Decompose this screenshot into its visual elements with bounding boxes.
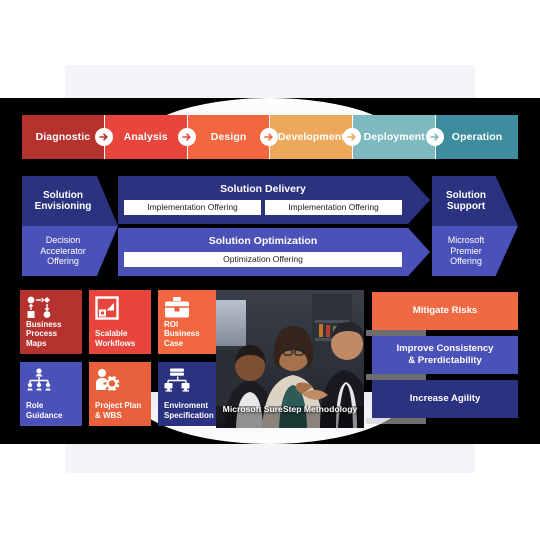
tile-label-line1: ROI Business: [164, 319, 200, 339]
benefit-shadow: [366, 418, 426, 424]
tile-label-line1: Enviroment: [164, 401, 209, 411]
phase-diagnostic[interactable]: Diagnostic: [22, 115, 113, 159]
decision-accelerator-line1: Decision: [45, 235, 81, 246]
tile-label-line2: & WBS: [95, 410, 122, 420]
solution-support-line1: Solution: [446, 189, 486, 201]
server-network-icon: [164, 368, 214, 394]
arrow-right-icon: [343, 128, 362, 146]
phase-label: Design: [210, 130, 247, 143]
tile-label-line2: Process Maps: [26, 329, 58, 348]
solution-envisioning-line2: Envisioning: [34, 201, 92, 212]
solution-optimization-band[interactable]: Solution Optimization Optimization Offer…: [118, 228, 430, 276]
tile-enviroment-specification[interactable]: Enviroment Specification: [158, 362, 220, 426]
phase-bar: Diagnostic Analysis Design Development Deplo…: [22, 115, 518, 159]
phase-deployment[interactable]: Deployment: [352, 115, 445, 159]
tile-label-line1: Business: [26, 320, 62, 329]
benefit-label: Improve Consistency & Prerdictability: [396, 343, 493, 367]
benefit-label: Increase Agility: [410, 393, 481, 405]
decision-accelerator-line2: Accelerator: [40, 245, 86, 256]
tile-label: Enviroment Specification: [164, 401, 214, 420]
benefit-label-line2: & Prerdictability: [408, 355, 482, 366]
benefit-label-line1: Mitigate Risks: [412, 305, 478, 316]
implementation-offering-1[interactable]: Implementation Offering: [124, 199, 261, 215]
solution-envisioning-header[interactable]: Solution Envisioning: [22, 176, 118, 226]
benefit-mitigate-risks[interactable]: Mitigate Risks: [366, 292, 518, 336]
solution-support-group: Solution Support Microsoft Premier Offer…: [432, 176, 518, 276]
tile-label-line1: Role: [26, 401, 44, 411]
tile-business-process-maps[interactable]: Business Process Maps: [20, 290, 82, 354]
tile-label: Role Guidance: [26, 401, 76, 420]
benefit-label-line1: Improve Consistency: [396, 343, 494, 355]
benefit-label: Mitigate Risks: [413, 305, 478, 317]
briefcase-icon: [164, 296, 214, 320]
tile-label-line2: Workflows: [95, 338, 136, 348]
tile-label: Business Process Maps: [26, 320, 76, 348]
premier-offering-line1: Microsoft: [447, 235, 485, 246]
solution-optimization-offerings: Optimization Offering: [124, 251, 402, 267]
phase-operation[interactable]: Operation: [435, 115, 518, 159]
solution-bands: Solution Delivery Implementation Offerin…: [118, 176, 430, 276]
decision-accelerator-offering[interactable]: Decision Accelerator Offering: [22, 226, 118, 276]
solution-delivery-offerings: Implementation Offering Implementation O…: [124, 199, 402, 215]
solution-envisioning-group: Solution Envisioning Decision Accelerato…: [22, 176, 118, 276]
benefit-increase-agility[interactable]: Increase Agility: [366, 380, 518, 424]
solution-delivery-band[interactable]: Solution Delivery Implementation Offerin…: [118, 176, 430, 224]
surestep-methodology-diagram: Diagnostic Analysis Design Development Deplo…: [0, 0, 540, 540]
arrow-right-icon: [260, 128, 279, 146]
tile-label-line2: Guidance: [26, 410, 63, 420]
optimization-offering-1[interactable]: Optimization Offering: [124, 251, 402, 267]
phase-development[interactable]: Development: [269, 115, 362, 159]
solution-delivery-title: Solution Delivery: [220, 183, 306, 195]
premier-offering-line3: Offering: [450, 256, 482, 267]
arrow-right-icon: [94, 128, 113, 146]
phase-label: Diagnostic: [35, 130, 91, 143]
tile-label-line2: Specification: [164, 410, 214, 420]
tile-label: Project Plan & WBS: [95, 401, 145, 420]
tile-label-line1: Scalable: [95, 329, 128, 339]
methodology-photo: Microsoft SureStep Methodology: [216, 290, 364, 428]
org-chart-icon: [26, 368, 76, 394]
phase-label: Deployment: [363, 130, 425, 143]
tile-roi-business-case[interactable]: ROI Business Case: [158, 290, 220, 354]
solution-optimization-title: Solution Optimization: [208, 235, 318, 247]
solution-support-header[interactable]: Solution Support: [432, 176, 518, 226]
phase-analysis[interactable]: Analysis: [103, 115, 196, 159]
premier-offering-line2: Premier: [450, 245, 482, 256]
arrow-right-icon: [426, 128, 445, 146]
solution-support-line2: Support: [446, 201, 486, 212]
phase-label: Analysis: [123, 130, 168, 143]
solution-envisioning-line1: Solution: [42, 189, 83, 201]
tile-label-line2: Case: [164, 338, 184, 348]
arrow-right-icon: [177, 128, 196, 146]
benefit-improve-consistency[interactable]: Improve Consistency & Prerdictability: [366, 336, 518, 380]
benefit-label-line1: Increase Agility: [409, 393, 481, 404]
tile-label: ROI Business Case: [164, 320, 214, 348]
person-gear-icon: [95, 368, 145, 394]
tile-role-guidance[interactable]: Role Guidance: [20, 362, 82, 426]
process-map-icon: [26, 296, 76, 320]
tile-label: Scalable Workflows: [95, 329, 145, 348]
tile-label-line1: Project Plan: [95, 401, 142, 411]
phase-design[interactable]: Design: [186, 115, 279, 159]
decision-accelerator-line3: Offering: [47, 256, 79, 267]
phase-label: Operation: [451, 130, 503, 143]
phase-label: Development: [277, 130, 345, 143]
tile-scalable-workflows[interactable]: Scalable Workflows: [89, 290, 151, 354]
tile-project-plan-wbs[interactable]: Project Plan & WBS: [89, 362, 151, 426]
benefit-callouts: Mitigate Risks Improve Consistency & Prerd…: [366, 292, 518, 424]
scalable-square-icon: [95, 296, 145, 322]
implementation-offering-2[interactable]: Implementation Offering: [265, 199, 402, 215]
photo-caption: Microsoft SureStep Methodology: [222, 404, 358, 414]
microsoft-premier-offering[interactable]: Microsoft Premier Offering: [432, 226, 518, 276]
